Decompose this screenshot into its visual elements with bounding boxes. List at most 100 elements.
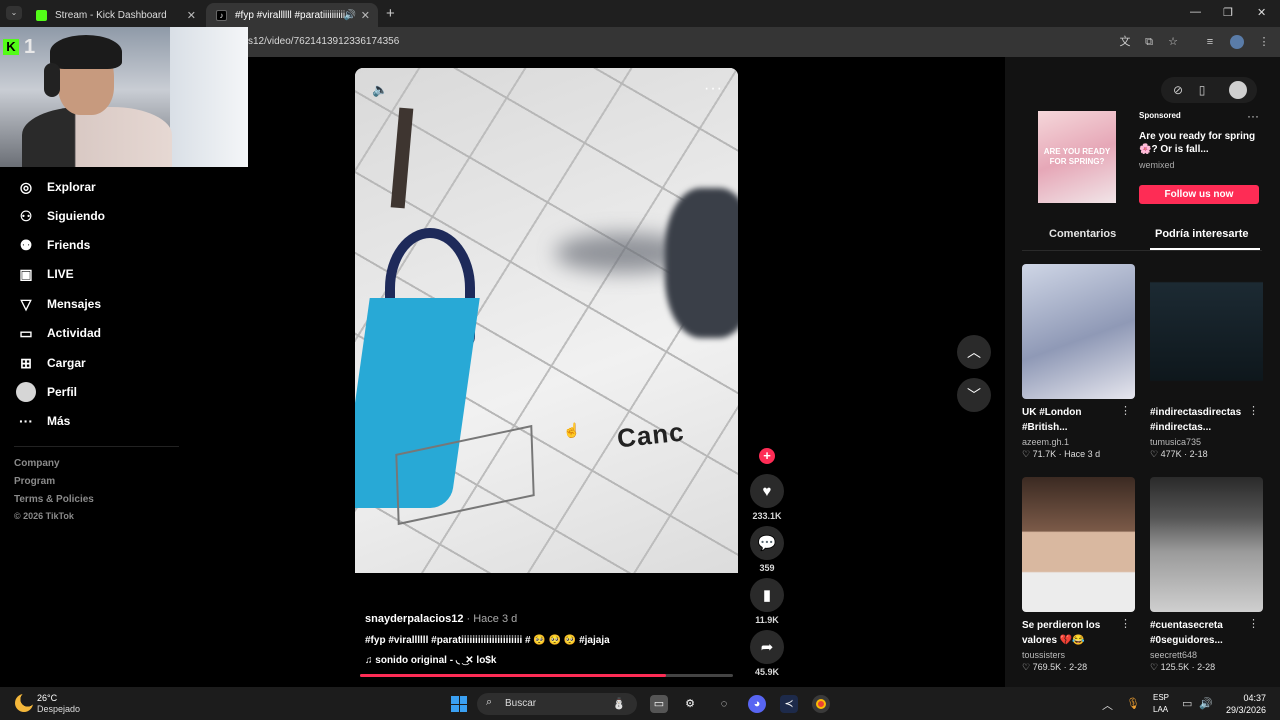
footer-program[interactable]: Program <box>14 476 55 487</box>
steam-icon[interactable]: ⚙ <box>681 695 699 713</box>
nav-explorar[interactable]: ◎ Explorar <box>16 176 96 198</box>
microphone-icon[interactable]: 🎙 <box>1126 697 1140 710</box>
ad-thumbnail[interactable]: ARE YOU READY FOR SPRING? <box>1038 111 1116 203</box>
video-author[interactable]: snayderpalacios12 · Hace 3 d <box>365 613 517 625</box>
maximize-icon[interactable]: ❐ <box>1223 6 1233 19</box>
nav-friends[interactable]: ⚉ Friends <box>16 234 91 256</box>
card-title[interactable]: UK #London #British... <box>1022 405 1125 435</box>
chevron-up-icon[interactable]: ︿ <box>1102 697 1113 713</box>
card-title[interactable]: #indirectasdirectas #indirectas... <box>1150 405 1253 435</box>
vscode-icon[interactable]: ≺ <box>780 695 798 713</box>
previous-video-button[interactable]: ︿ <box>957 335 991 369</box>
video-card[interactable]: ⋮ UK #London #British... azeem.gh.1 ♡ 71… <box>1022 264 1135 460</box>
share-button[interactable]: ➦ <box>750 630 784 664</box>
compass-icon[interactable]: ⊘ <box>1170 82 1186 98</box>
save-button[interactable]: ▮ <box>750 578 784 612</box>
avatar[interactable] <box>1229 81 1247 99</box>
ad-brand[interactable]: wemixed <box>1139 160 1175 170</box>
footer-terms[interactable]: Terms & Policies <box>14 494 94 505</box>
sound-link[interactable]: ♫ sonido original - ◟ ͜ ✕ lo$k <box>365 655 496 666</box>
weather-temp[interactable]: 26°C <box>37 693 57 703</box>
upload-icon: ⊞ <box>20 355 32 371</box>
video-thumbnail[interactable] <box>1150 264 1263 399</box>
profile-avatar-icon[interactable] <box>1230 35 1244 49</box>
nav-mas[interactable]: ··· Más <box>16 410 70 432</box>
close-window-icon[interactable]: ✕ <box>1257 6 1266 19</box>
video-progress-bar[interactable] <box>360 674 733 677</box>
nav-siguiendo[interactable]: ⚇ Siguiendo <box>16 205 105 227</box>
video-thumbnail[interactable] <box>1022 264 1135 399</box>
video-card[interactable]: ⋮ #indirectasdirectas #indirectas... tum… <box>1150 264 1263 460</box>
taskbar-search-label[interactable]: Buscar <box>505 698 536 709</box>
task-view-icon[interactable]: ▭ <box>650 695 668 713</box>
media-controls-icon[interactable]: ≡ <box>1203 35 1217 49</box>
keyboard-layout[interactable]: LAA <box>1153 705 1168 714</box>
search-highlight-icon[interactable]: ⛄ <box>610 695 628 713</box>
comment-count: 359 <box>759 563 775 573</box>
weather-desc[interactable]: Despejado <box>37 704 80 714</box>
active-tab-indicator <box>1150 248 1260 250</box>
ad-title[interactable]: Are you ready for spring 🌸? Or is fall..… <box>1139 130 1259 156</box>
browser-menu-icon[interactable]: ⋮ <box>1257 35 1271 49</box>
tab-list-button[interactable]: ⌄ <box>6 6 22 20</box>
card-more-icon[interactable]: ⋮ <box>1248 404 1259 417</box>
video-card[interactable]: ⋮ #cuentasecreta #0seguidores... seecret… <box>1150 477 1263 673</box>
discord-icon[interactable]: ◕ <box>748 695 766 713</box>
tab-comentarios[interactable]: Comentarios <box>1049 228 1116 240</box>
like-button[interactable]: ♥ <box>750 474 784 508</box>
card-user[interactable]: azeem.gh.1 <box>1022 437 1135 447</box>
follow-plus-button[interactable]: + <box>759 448 775 464</box>
author-name[interactable]: snayderpalacios12 <box>365 613 463 625</box>
new-tab-button[interactable]: + <box>386 5 395 22</box>
footer-company[interactable]: Company <box>14 458 60 469</box>
tab-podria-interesarte[interactable]: Podría interesarte <box>1155 228 1249 240</box>
chrome-icon[interactable] <box>812 695 830 713</box>
video-more-icon[interactable]: ··· <box>704 80 723 98</box>
tab-kick-dashboard[interactable]: Stream - Kick Dashboard ✕ <box>26 3 204 27</box>
card-more-icon[interactable]: ⋮ <box>1120 617 1131 630</box>
language-indicator[interactable]: ESP <box>1153 693 1169 702</box>
nav-live[interactable]: ▣ LIVE <box>16 263 73 285</box>
app-icon[interactable]: ◌ <box>715 695 733 713</box>
card-title[interactable]: Se perdieron los valores 💔😂 <box>1022 618 1125 648</box>
close-tab-icon[interactable]: ✕ <box>361 9 370 22</box>
avatar <box>16 382 36 402</box>
clock-time[interactable]: 04:37 <box>1230 693 1266 703</box>
cast-icon[interactable]: ⧉ <box>1142 35 1156 49</box>
bookmark-star-icon[interactable]: ☆ <box>1166 35 1180 49</box>
video-thumbnail[interactable] <box>1150 477 1263 612</box>
url-field[interactable]: s12/video/7621413912336174356 <box>248 36 399 47</box>
volume-icon[interactable]: 🔈 <box>372 82 388 98</box>
network-icon[interactable]: ▭ <box>1182 697 1192 710</box>
card-title[interactable]: #cuentasecreta #0seguidores... <box>1150 618 1253 648</box>
clock-date[interactable]: 29/3/2026 <box>1222 705 1266 715</box>
card-more-icon[interactable]: ⋮ <box>1120 404 1131 417</box>
nav-cargar[interactable]: ⊞ Cargar <box>16 352 86 374</box>
follow-us-button[interactable]: Follow us now <box>1139 185 1259 204</box>
tab-tiktok-video[interactable]: ♪ #fyp #virallllll #paratiiiiiiiiiii... … <box>206 3 378 27</box>
video-thumbnail[interactable] <box>1022 477 1135 612</box>
ad-more-icon[interactable]: ··· <box>1247 109 1259 123</box>
card-user[interactable]: tumusica735 <box>1150 437 1263 447</box>
close-tab-icon[interactable]: ✕ <box>187 9 196 22</box>
comment-button[interactable]: 💬 <box>750 526 784 560</box>
card-user[interactable]: toussisters <box>1022 650 1135 660</box>
nav-mensajes[interactable]: ▽ Mensajes <box>16 293 101 315</box>
volume-icon[interactable]: 🔊 <box>1199 697 1213 710</box>
next-video-button[interactable]: ﹀ <box>957 378 991 412</box>
windows-start-icon[interactable] <box>451 696 467 712</box>
minimize-icon[interactable]: — <box>1190 6 1201 18</box>
mobile-icon[interactable]: ▯ <box>1194 82 1210 98</box>
translate-icon[interactable]: 文 <box>1118 35 1132 49</box>
nav-perfil[interactable]: Perfil <box>16 381 77 403</box>
nav-actividad[interactable]: ▭ Actividad <box>16 322 101 344</box>
webcam-overlay: K 1 <box>0 27 248 167</box>
video-card[interactable]: ⋮ Se perdieron los valores 💔😂 toussister… <box>1022 477 1135 673</box>
card-user[interactable]: seecrett648 <box>1150 650 1263 660</box>
video-player[interactable]: Canc <box>355 68 738 575</box>
card-more-icon[interactable]: ⋮ <box>1248 617 1259 630</box>
audio-playing-icon[interactable]: 🔊 <box>344 10 356 21</box>
friends-icon: ⚉ <box>19 237 33 253</box>
moon-weather-icon[interactable] <box>15 694 33 712</box>
video-progress-fill <box>360 674 666 677</box>
